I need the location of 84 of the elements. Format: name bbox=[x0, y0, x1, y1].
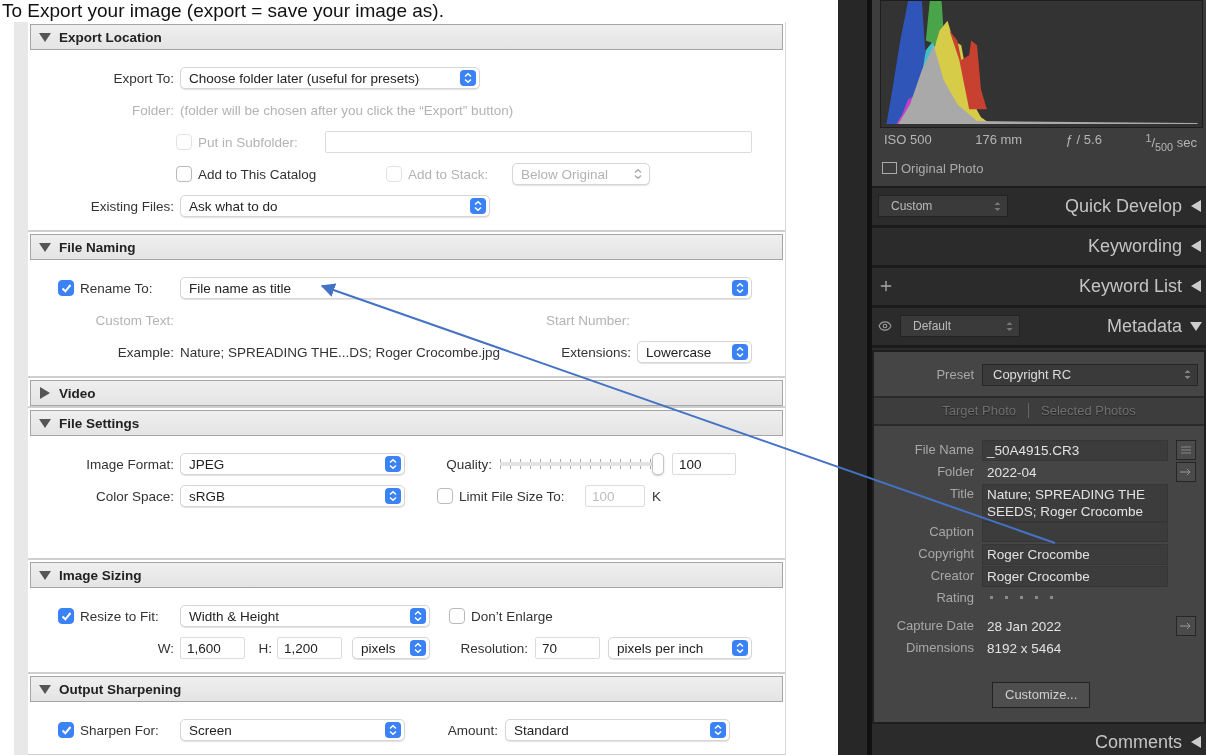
customize-button[interactable]: Customize... bbox=[992, 681, 1091, 708]
metadata-field[interactable]: Roger Crocombe bbox=[982, 543, 1168, 565]
preset-dropdown[interactable]: Copyright RC bbox=[982, 363, 1198, 386]
heading-text: To Export your image (export = save your image as). bbox=[1, 0, 445, 22]
field-label: Creator bbox=[929, 566, 974, 583]
field-label: H: bbox=[257, 640, 272, 656]
field-label: Caption bbox=[928, 522, 974, 539]
field-text: (folder will be chosen after you click the “Export” button) bbox=[180, 102, 515, 118]
metadata-value: 8192 x 5464 bbox=[986, 639, 1063, 658]
panel-title: Quick Develop bbox=[1064, 195, 1182, 217]
metadata-field[interactable]: Roger Crocombe bbox=[982, 565, 1168, 587]
preset-dropdown[interactable]: Custom bbox=[878, 195, 1008, 218]
panel-title: Keyword List bbox=[1078, 275, 1182, 297]
checkbox-label: Original Photo bbox=[901, 160, 984, 176]
checkbox-label: Don’t Enlarge bbox=[471, 608, 553, 624]
dropdown[interactable]: Screen bbox=[180, 719, 405, 741]
dropdown[interactable]: Choose folder later (useful for presets) bbox=[180, 67, 480, 89]
section-header[interactable]: File Naming bbox=[30, 234, 783, 260]
field-label: Quality: bbox=[445, 456, 492, 472]
panel-title: Keywording bbox=[1087, 235, 1182, 257]
section-header[interactable]: Image Sizing bbox=[30, 562, 783, 588]
field-label: Export To: bbox=[112, 70, 174, 86]
input-field[interactable]: 70 bbox=[535, 637, 600, 659]
exif-text: ƒ / 5.6 bbox=[1065, 132, 1102, 149]
section-title: File Settings bbox=[59, 415, 140, 431]
section-title: Image Sizing bbox=[59, 567, 142, 583]
dropdown[interactable]: JPEG bbox=[180, 453, 405, 475]
field-label: Example: bbox=[116, 344, 174, 360]
field-label: Start Number: bbox=[544, 312, 630, 328]
field-label: Rating bbox=[935, 588, 974, 605]
dropdown[interactable]: Ask what to do bbox=[180, 195, 490, 217]
field-label: Copyright bbox=[917, 544, 974, 561]
metadata-field[interactable]: _50A4915.CR3 bbox=[982, 439, 1168, 461]
field-label: Capture Date bbox=[895, 616, 974, 633]
exif-text: 176 mm bbox=[975, 132, 1023, 149]
field-label: Image Format: bbox=[85, 456, 174, 472]
input-field[interactable]: 100 bbox=[672, 453, 736, 475]
dropdown[interactable]: sRGB bbox=[180, 485, 405, 507]
section-header[interactable]: File Settings bbox=[30, 410, 783, 436]
dropdown[interactable]: pixels bbox=[352, 637, 430, 659]
field-label: W: bbox=[156, 640, 174, 656]
checkbox-label: Rename To: bbox=[80, 280, 153, 296]
field-label: Title bbox=[948, 484, 974, 501]
section-title: Export Location bbox=[59, 29, 162, 45]
metadata-field[interactable]: Nature; SPREADING THE SEEDS; Roger Crocombe bbox=[982, 483, 1168, 522]
field-label: Dimensions bbox=[905, 638, 974, 655]
field-label: Preset bbox=[935, 367, 974, 383]
field-label: Color Space: bbox=[94, 488, 174, 504]
field-label: Extensions: bbox=[560, 344, 631, 360]
section-header[interactable]: Video bbox=[30, 380, 783, 406]
checkbox-label: Limit File Size To: bbox=[459, 488, 565, 504]
checkbox-label: Put in Subfolder: bbox=[198, 134, 298, 150]
checkbox-label: Resize to Fit: bbox=[80, 608, 159, 624]
field-label: File Name bbox=[913, 440, 974, 457]
field-label: Resolution: bbox=[459, 640, 528, 656]
field-label: Folder bbox=[936, 462, 974, 479]
section-title: File Naming bbox=[59, 239, 136, 255]
metadata-value: 2022-04 bbox=[986, 463, 1038, 482]
exif-text: ISO 500 bbox=[884, 132, 932, 149]
panel-title: Comments bbox=[1094, 731, 1182, 753]
field-text: K bbox=[652, 488, 662, 504]
field-label: Amount: bbox=[446, 722, 498, 738]
input-field[interactable]: 1,200 bbox=[277, 637, 342, 659]
checkbox-label: Add to Stack: bbox=[408, 166, 489, 182]
section-header[interactable]: Export Location bbox=[30, 24, 783, 50]
field-text: Nature; SPREADING THE...DS; Roger Crocombe.jpg bbox=[180, 344, 502, 360]
field-label: Existing Files: bbox=[89, 198, 174, 214]
dropdown[interactable]: Standard bbox=[505, 719, 730, 741]
section-title: Video bbox=[59, 385, 96, 401]
metadata-value: 28 Jan 2022 bbox=[986, 617, 1063, 636]
section-header[interactable]: Output Sharpening bbox=[30, 676, 783, 702]
checkbox-label: Add to This Catalog bbox=[198, 166, 317, 182]
section-title: Output Sharpening bbox=[59, 681, 182, 697]
input-field[interactable]: 1,600 bbox=[180, 637, 245, 659]
dropdown[interactable]: Lowercase bbox=[637, 341, 752, 363]
preset-dropdown[interactable]: Default bbox=[900, 315, 1020, 338]
panel-title: Metadata bbox=[1106, 315, 1182, 337]
checkbox-label: Sharpen For: bbox=[80, 722, 159, 738]
dropdown[interactable]: File name as title bbox=[180, 277, 752, 299]
exif-text: $^{1}$/$_{500}$ sec bbox=[1145, 132, 1197, 153]
field-label: Folder: bbox=[130, 102, 174, 118]
field-label: Custom Text: bbox=[94, 312, 174, 328]
dropdown[interactable]: Width & Height bbox=[180, 605, 430, 627]
dropdown[interactable]: pixels per inch bbox=[608, 637, 752, 659]
